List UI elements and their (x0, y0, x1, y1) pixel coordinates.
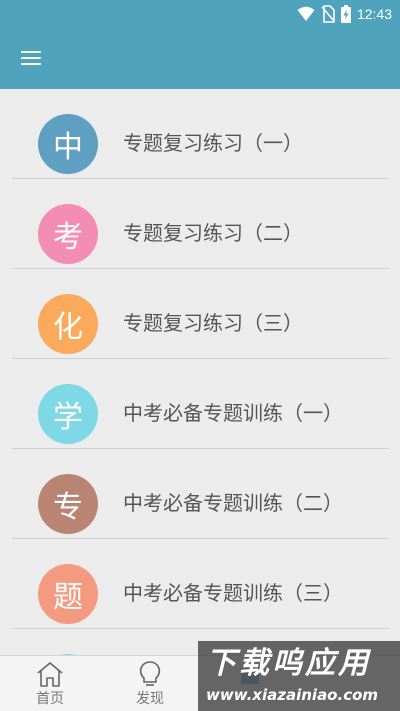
hamburger-menu-icon[interactable] (18, 45, 44, 71)
status-time: 12:43 (356, 5, 392, 22)
list-item-badge: 题 (38, 564, 98, 624)
list-item-label: 专题复习练习（二） (123, 221, 303, 245)
list-item[interactable]: 专 中考必备专题训练（二） (12, 449, 389, 539)
list-item-label: 中考必备专题训练（一） (123, 401, 343, 425)
watermark: 下载呜应用 www.xiazainiao.com (198, 641, 400, 711)
tab-discover[interactable]: 发现 (100, 656, 200, 711)
tab-home-label: 首页 (36, 691, 64, 707)
list-item[interactable]: 化 专题复习练习（三） (12, 269, 389, 359)
home-icon (37, 662, 63, 687)
battery-charging-icon (340, 4, 351, 23)
list-item[interactable]: 中 专题复习练习（一） (12, 89, 389, 179)
list-item-label: 中考必备专题训练（二） (123, 491, 343, 515)
list-item-label: 专题复习练习（三） (123, 311, 303, 335)
list-item[interactable]: 考 专题复习练习（二） (12, 179, 389, 269)
list-item-label: 中考必备专题训练（三） (123, 581, 343, 605)
watermark-url: www.xiazainiao.com (206, 686, 379, 704)
status-bar: 12:43 (0, 0, 400, 27)
lightbulb-icon (139, 661, 161, 686)
list-item-label: 专题复习练习（一） (123, 131, 303, 155)
list-item-badge: 化 (38, 294, 98, 354)
list-item[interactable]: 题 中考必备专题训练（三） (12, 539, 389, 629)
watermark-title: 下载呜应用 (206, 646, 371, 681)
list-item-badge: 学 (38, 384, 98, 444)
list-item-badge: 中 (38, 114, 98, 174)
status-icons: 12:43 (297, 4, 392, 23)
tab-home[interactable]: 首页 (0, 656, 100, 711)
no-sim-icon (321, 4, 335, 23)
tab-discover-label: 发现 (136, 691, 164, 707)
wifi-icon (297, 6, 315, 21)
list-item-badge: 考 (38, 204, 98, 264)
practice-list: 中 专题复习练习（一） 考 专题复习练习（二） 化 专题复习练习（三） 学 中考… (0, 89, 400, 655)
list-item[interactable]: 学 中考必备专题训练（一） (12, 359, 389, 449)
app-bar (0, 27, 400, 89)
list-item-badge: 专 (38, 474, 98, 534)
